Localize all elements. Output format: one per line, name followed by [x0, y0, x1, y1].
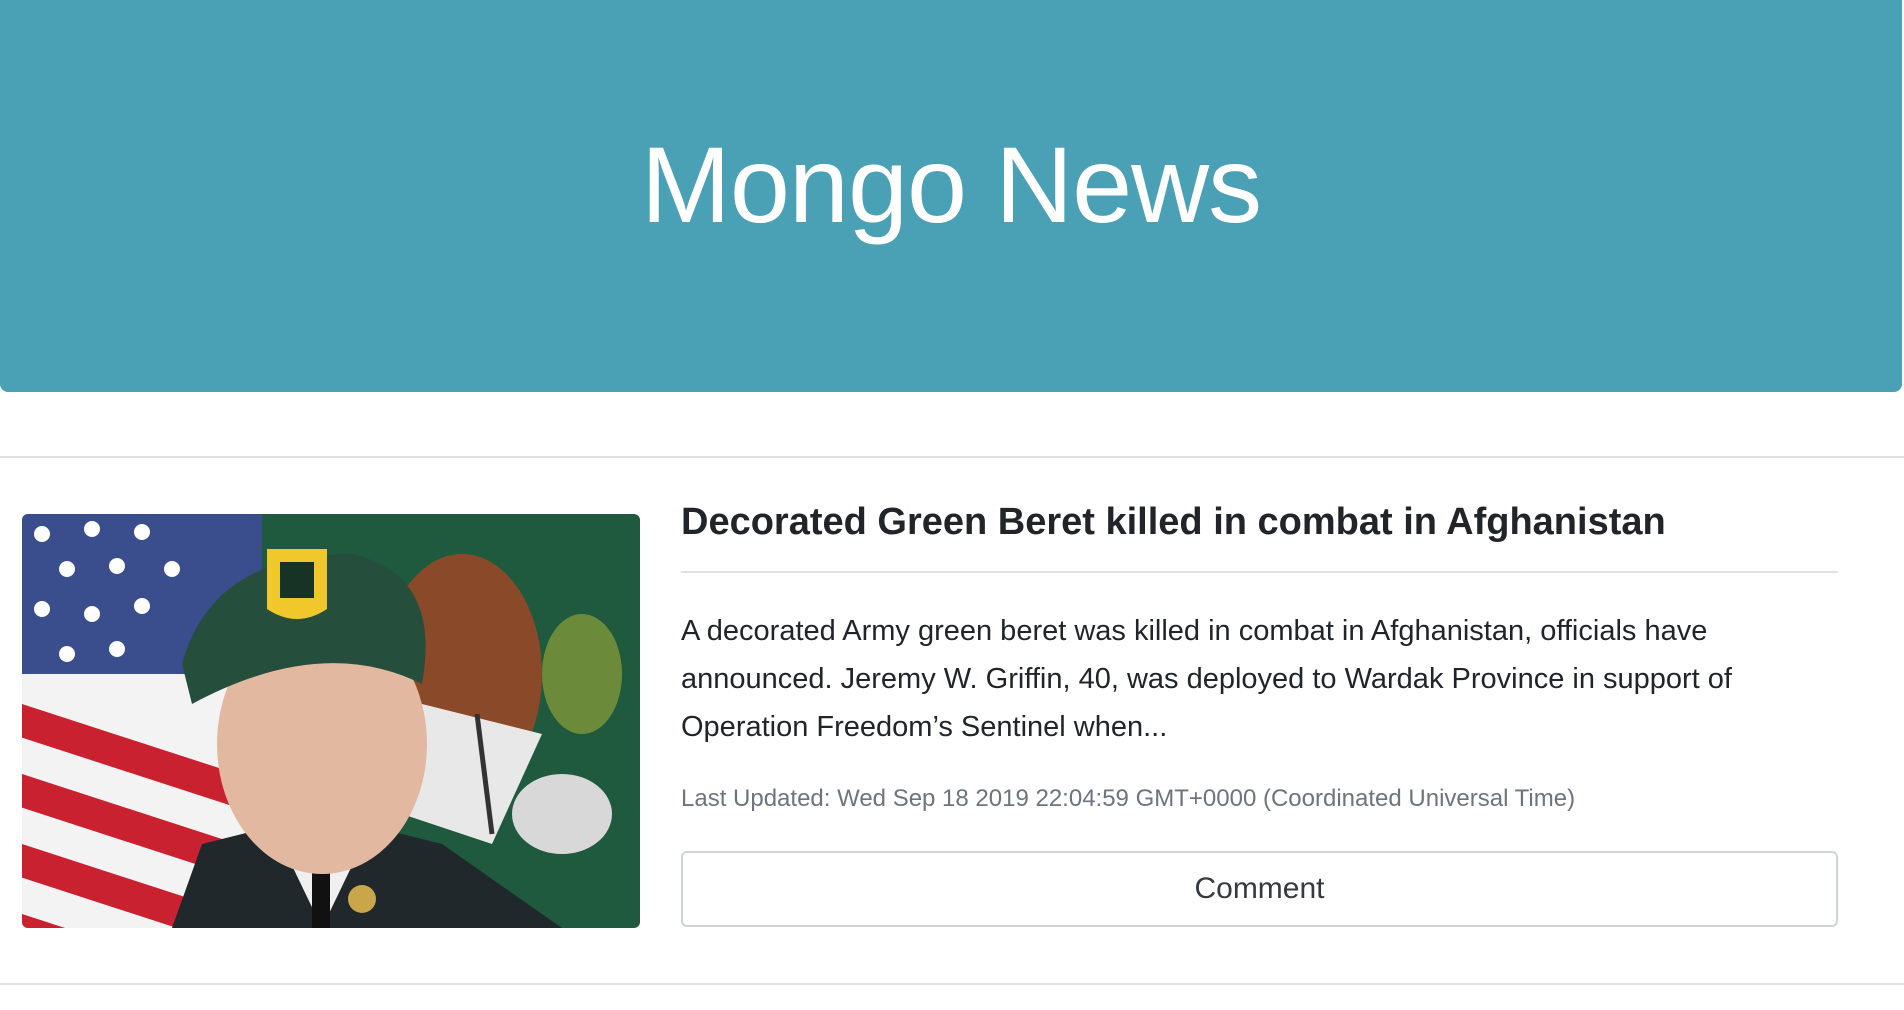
soldier-portrait-image [22, 514, 640, 928]
article-title[interactable]: Decorated Green Beret killed in combat i… [681, 498, 1838, 574]
article-body: Decorated Green Beret killed in combat i… [681, 498, 1838, 928]
page: Mongo News Decorated Green Beret killed … [0, 0, 1904, 1010]
news-article: Decorated Green Beret killed in combat i… [0, 456, 1904, 985]
site-title: Mongo News [640, 123, 1262, 245]
article-last-updated: Last Updated: Wed Sep 18 2019 22:04:59 G… [681, 785, 1576, 813]
comment-button[interactable]: Comment [681, 851, 1838, 928]
site-header: Mongo News [0, 0, 1902, 392]
article-summary: A decorated Army green beret was killed … [681, 615, 1732, 744]
article-image [22, 514, 640, 928]
